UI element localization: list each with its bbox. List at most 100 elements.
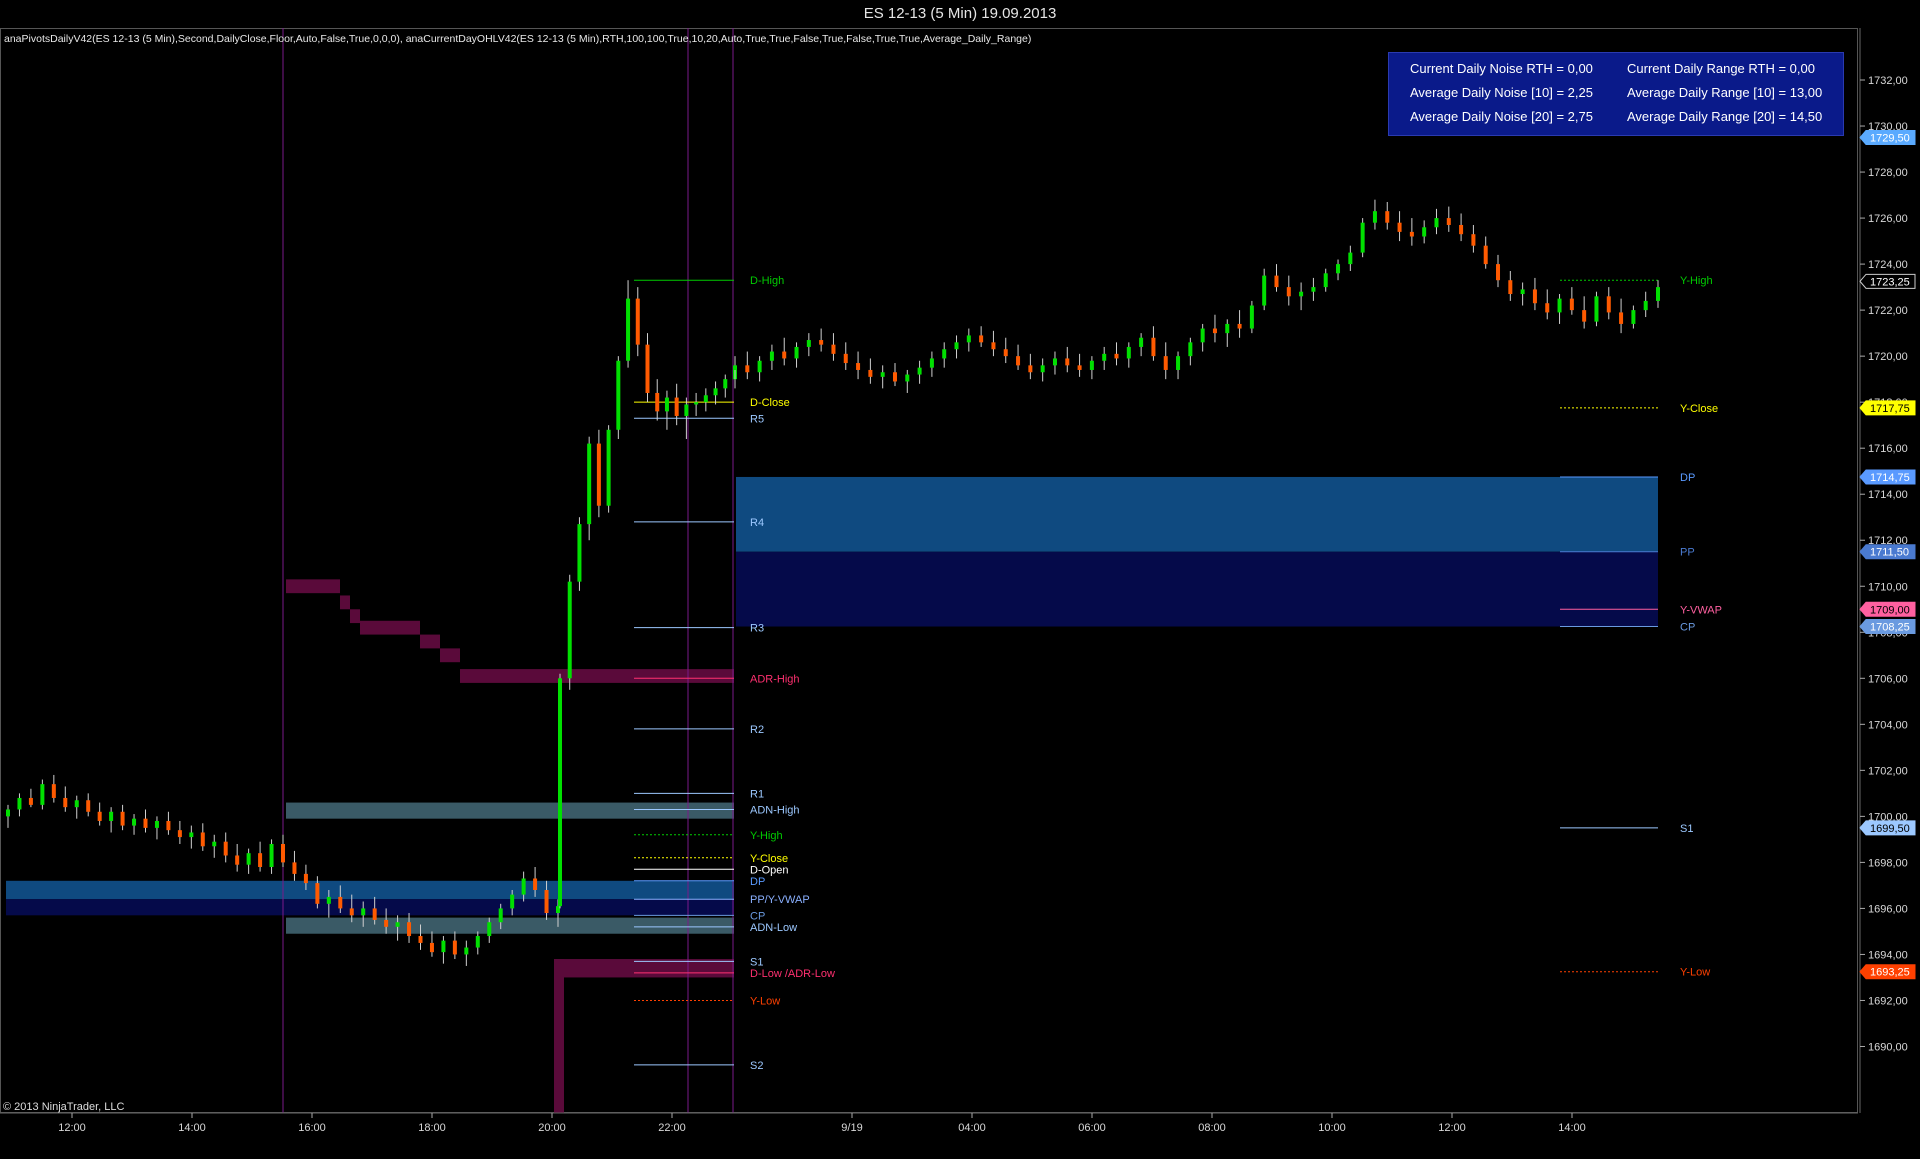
- candle-body: [558, 678, 562, 907]
- price-tick-label: 1726,00: [1868, 213, 1908, 225]
- prior-level-label: S2: [750, 1060, 763, 1072]
- candle-body: [606, 429, 611, 506]
- candle-body: [143, 818, 148, 828]
- price-badges: 1729,50 1723,25 1717,75 1714,75 1711,50 1709,…: [1859, 130, 1916, 980]
- candle-body: [132, 818, 137, 826]
- adr-high-band: [360, 620, 420, 635]
- candle-body: [326, 896, 331, 904]
- time-tick-label: 12:00: [58, 1122, 86, 1134]
- adr-high-band: [350, 609, 360, 624]
- time-tick-label: 20:00: [538, 1122, 566, 1134]
- candle-body: [880, 372, 885, 377]
- candle-body: [1385, 211, 1390, 223]
- candle-body: [655, 392, 660, 412]
- price-tick-label: 1698,00: [1868, 857, 1908, 869]
- current-level-label: Y-Close: [1680, 403, 1718, 415]
- candle-body: [1434, 218, 1439, 228]
- price-tick-label: 1732,00: [1868, 75, 1908, 87]
- adr-high-band: [286, 579, 340, 594]
- candle-body: [1200, 328, 1205, 343]
- candle-body: [831, 344, 836, 354]
- candle-body: [544, 890, 549, 914]
- candle-body: [223, 841, 228, 856]
- price-tick-label: 1706,00: [1868, 673, 1908, 685]
- avg-range-20: Average Daily Range [20] = 14,50: [1627, 109, 1823, 124]
- candle-body: [235, 855, 240, 865]
- current-noise: Current Daily Noise RTH = 0,00: [1410, 61, 1593, 76]
- candle-body: [843, 353, 848, 364]
- prior-level-label: R3: [750, 623, 764, 635]
- price-axis: 1690,001692,001694,001696,001698,001700,…: [1859, 28, 1908, 1113]
- candle-body: [384, 919, 389, 927]
- candle-body: [942, 349, 947, 359]
- candle-body: [1582, 310, 1587, 322]
- candle-body: [475, 936, 480, 948]
- candle-body: [1212, 328, 1217, 334]
- candle-body: [1372, 211, 1377, 223]
- candle-body: [51, 784, 56, 798]
- daily-stats-box: Current Daily Noise RTH = 0,00 Current D…: [1388, 52, 1844, 136]
- price-badge-label: 1699,50: [1870, 823, 1910, 835]
- candle-body: [1446, 218, 1451, 225]
- copyright-text: © 2013 NinjaTrader, LLC: [3, 1101, 125, 1113]
- candle-body: [684, 404, 689, 416]
- candle-body: [703, 395, 708, 403]
- candle-body: [40, 784, 45, 805]
- candle-body: [17, 797, 22, 810]
- candle-body: [154, 820, 159, 828]
- candle-body: [1594, 296, 1599, 322]
- candle-body: [498, 908, 503, 923]
- current-level-label: CP: [1680, 622, 1695, 634]
- time-tick-label: 9/19: [841, 1122, 862, 1134]
- prior-level-label: ADN-Low: [750, 922, 797, 934]
- candle-body: [212, 841, 217, 847]
- time-tick-label: 10:00: [1318, 1122, 1346, 1134]
- time-tick-label: 08:00: [1198, 1122, 1226, 1134]
- price-badge-label: 1729,50: [1870, 133, 1910, 145]
- candle-body: [258, 853, 263, 867]
- candle-body: [1028, 365, 1033, 373]
- candle-body: [97, 811, 102, 821]
- adr-high-band: [460, 669, 734, 683]
- candle-body: [269, 843, 274, 867]
- candle-body: [1176, 356, 1181, 370]
- candle-body: [929, 358, 934, 368]
- candle-body: [361, 908, 366, 916]
- price-badge-label: 1693,25: [1870, 967, 1910, 979]
- avg-noise-20: Average Daily Noise [20] = 2,75: [1410, 109, 1593, 124]
- candle-body: [868, 369, 873, 377]
- candle-body: [1311, 287, 1316, 292]
- prior-level-label: ADR-High: [750, 673, 800, 685]
- candle-body: [713, 388, 718, 396]
- candle-body: [664, 397, 669, 412]
- price-tick-label: 1694,00: [1868, 949, 1908, 961]
- price-badge-label: 1708,25: [1870, 622, 1910, 634]
- current-level-label: DP: [1680, 472, 1695, 484]
- candle-body: [782, 351, 787, 359]
- prior-level-label: Y-Close: [750, 853, 788, 865]
- candle-body: [86, 800, 91, 812]
- time-tick-label: 04:00: [958, 1122, 986, 1134]
- candle-body: [616, 360, 621, 430]
- time-tick-label: 16:00: [298, 1122, 326, 1134]
- price-chart[interactable]: D-High D-Close R5 R4 R3 ADR-High R2 R1 ADN-High Y…: [0, 0, 1920, 1159]
- candle-body: [6, 809, 10, 817]
- time-axis: 12:00 14:00 16:00 18:00 20:00 22:00 9/19 04:00 0…: [0, 1112, 1858, 1134]
- price-tick-label: 1722,00: [1868, 305, 1908, 317]
- price-badge-label: 1717,75: [1870, 403, 1910, 415]
- candle-body: [1631, 310, 1636, 324]
- candle-body: [1348, 252, 1353, 265]
- candle-body: [1483, 245, 1488, 265]
- candle-body: [1188, 342, 1193, 357]
- candle-body: [635, 298, 640, 345]
- indicator-parameters: anaPivotsDailyV42(ES 12-13 (5 Min),Secon…: [4, 33, 1032, 45]
- current-level-label: Y-High: [1680, 275, 1713, 287]
- current-pivot-zone-upper: [736, 476, 1658, 552]
- time-tick-label: 22:00: [658, 1122, 686, 1134]
- candle-body: [1040, 365, 1045, 373]
- candle-body: [1643, 300, 1648, 311]
- prior-level-label: Y-High: [750, 830, 783, 842]
- candle-body: [645, 344, 650, 393]
- candle-body: [1249, 305, 1254, 329]
- candle-body: [1496, 264, 1501, 281]
